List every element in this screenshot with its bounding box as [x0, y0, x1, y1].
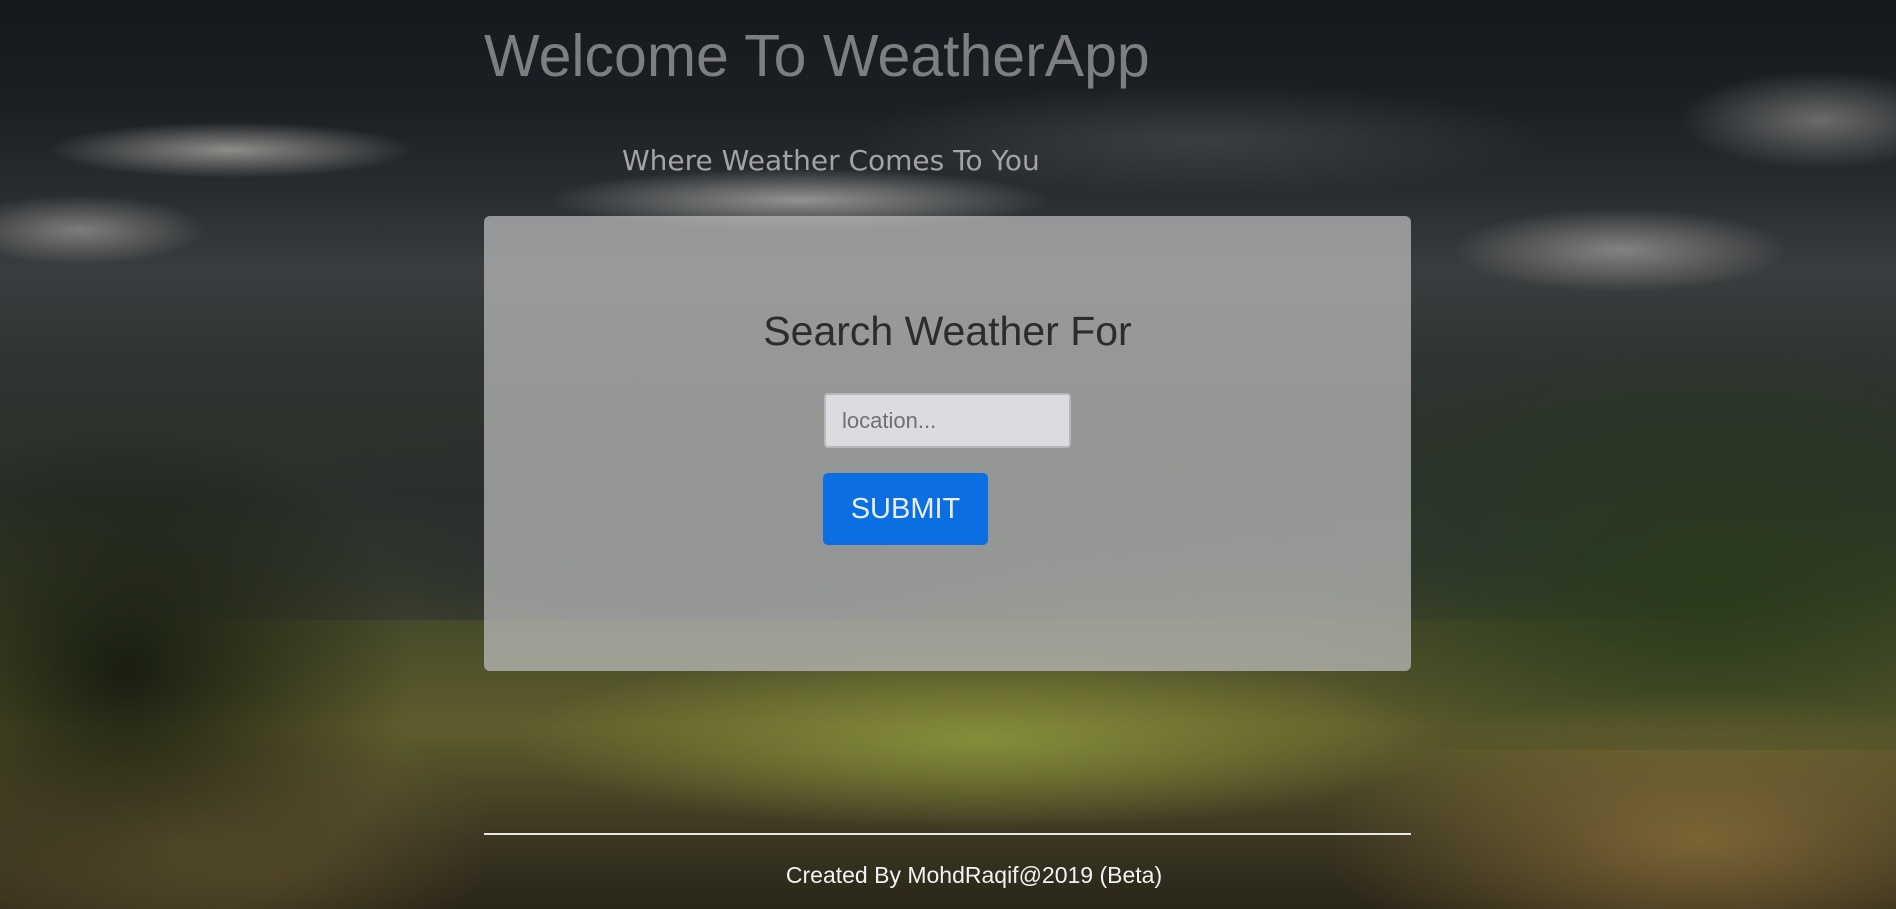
- footer-divider: [484, 833, 1411, 835]
- page: Welcome To WeatherApp Where Weather Come…: [0, 0, 1896, 909]
- page-subtitle: Where Weather Comes To You: [622, 144, 1040, 177]
- search-card: Search Weather For SUBMIT: [484, 216, 1411, 671]
- page-title: Welcome To WeatherApp: [484, 23, 1150, 89]
- search-heading: Search Weather For: [763, 308, 1132, 354]
- location-input[interactable]: [824, 393, 1071, 448]
- submit-button[interactable]: SUBMIT: [823, 473, 988, 545]
- footer-credit: Created By MohdRaqif@2019 (Beta): [785, 862, 1163, 888]
